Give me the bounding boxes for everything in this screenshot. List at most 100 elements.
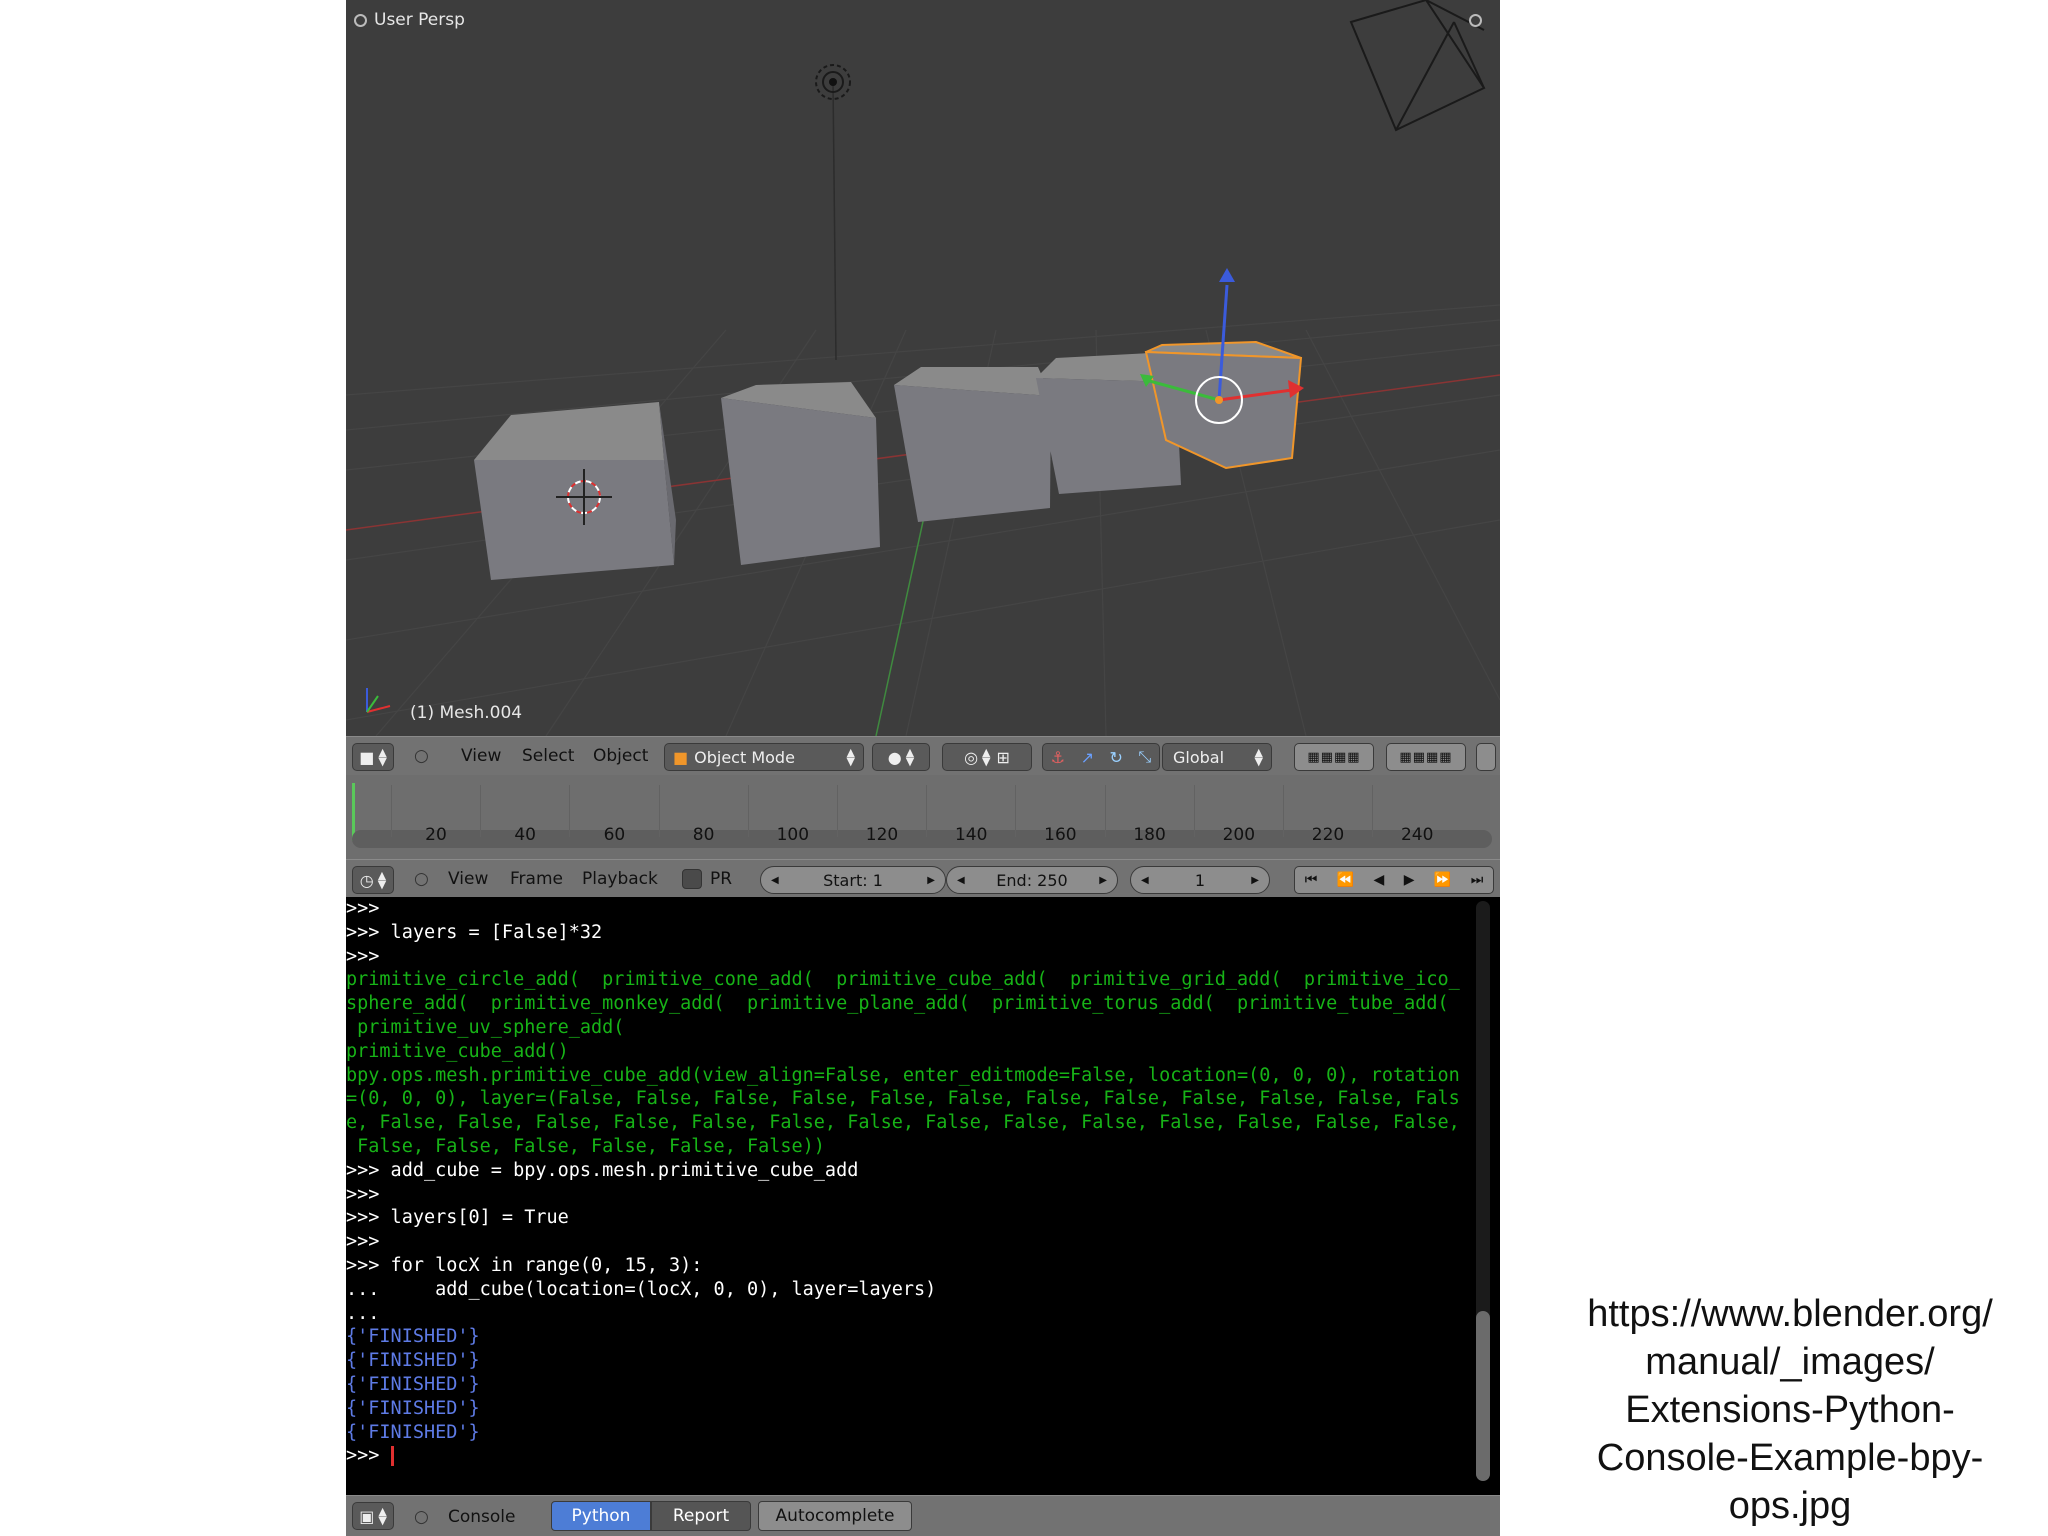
- preview-range-toggle[interactable]: PR: [682, 860, 732, 898]
- console-line: sphere_add( primitive_monkey_add( primit…: [346, 993, 1449, 1015]
- current-frame-value: 1: [1194, 870, 1206, 890]
- console-line: >>>: [346, 1444, 1500, 1468]
- sphere-icon: ●: [887, 747, 902, 767]
- checkbox[interactable]: [682, 869, 702, 889]
- editor-type-button[interactable]: ▣ ▲ ▼: [352, 1502, 394, 1530]
- console-line: ... add_cube(location=(locX, 0, 0), laye…: [346, 1278, 937, 1300]
- clock-icon: ◷: [359, 870, 374, 890]
- timeline-tick-label: 160: [1044, 825, 1077, 845]
- caption-line: Console-Example-bpy-: [1596, 1437, 1984, 1479]
- console-line: >>> layers = [False]*32: [346, 921, 603, 943]
- manipulator-toggles[interactable]: ⚓ ↗ ↻ ⤡: [1042, 743, 1160, 771]
- orientation-select[interactable]: Global ▲ ▼: [1162, 743, 1272, 771]
- right-arrow-icon: ▶: [1099, 874, 1107, 886]
- console-output: >>> >>> layers = [False]*32 >>> primitive_c…: [346, 897, 1500, 1468]
- layers-grid-2[interactable]: ▦▦▦▦: [1386, 743, 1466, 771]
- viewport-corner-icon[interactable]: [1469, 14, 1482, 27]
- console-line: {'FINISHED'}: [346, 1326, 480, 1348]
- lock-layers-button[interactable]: [1476, 743, 1496, 771]
- jump-end-icon[interactable]: ⏭: [1471, 872, 1484, 888]
- right-arrow-icon: ▶: [1251, 874, 1259, 886]
- tab-report[interactable]: Report: [651, 1501, 751, 1531]
- timeline-gridline: [1283, 785, 1284, 837]
- timeline-gridline: [391, 785, 392, 837]
- console-line: primitive_cube_add(): [346, 1040, 569, 1062]
- next-keyframe-icon[interactable]: ⏩: [1434, 872, 1451, 888]
- scrollbar-thumb[interactable]: [1476, 1311, 1490, 1481]
- timeline-header: ◷ ▲ ▼ ○ View Frame Playback PR ◀ Start: 1 …: [346, 859, 1500, 899]
- console-line: >>>: [346, 898, 380, 919]
- play-icon[interactable]: ▶: [1404, 872, 1415, 888]
- snap-icon: ⊞: [996, 747, 1010, 767]
- timeline-gridline: [837, 785, 838, 837]
- menu-select[interactable]: Select: [522, 737, 574, 775]
- mode-label: Object Mode: [694, 747, 795, 767]
- rotate-icon: ↻: [1109, 747, 1123, 767]
- console-line: primitive_circle_add( primitive_cone_add…: [346, 969, 1460, 991]
- editor-type-button[interactable]: ◷ ▲ ▼: [352, 866, 394, 894]
- timeline-tick-label: 40: [514, 825, 537, 845]
- editor-type-button[interactable]: ■ ▲ ▼: [352, 743, 394, 771]
- timeline-tick-label: 100: [776, 825, 810, 845]
- view3d-header: ■ ▲ ▼ ○ View Select Object ■ Object Mode ▲…: [346, 736, 1500, 776]
- caption-line: ops.jpg: [1728, 1485, 1852, 1527]
- updown-icon: ▲ ▼: [982, 746, 991, 768]
- console-line: >>> for locX in range(0, 15, 3):: [346, 1254, 703, 1276]
- updown-icon: ▲ ▼: [378, 1505, 387, 1527]
- timeline-tick-label: 140: [954, 825, 988, 845]
- end-frame-value: End: 250: [996, 870, 1068, 890]
- menu-view[interactable]: View: [448, 860, 488, 898]
- timeline-tick-label: 80: [692, 825, 715, 845]
- circle-icon[interactable]: ○: [414, 860, 429, 898]
- blender-window: User Persp (1) Mesh.004 ■ ▲ ▼ ○ View Selec…: [346, 0, 1500, 1536]
- source-caption: https://www.blender.org/manual/_images/E…: [1560, 1290, 2020, 1530]
- left-arrow-icon: ◀: [771, 874, 779, 886]
- console-scrollbar[interactable]: [1476, 901, 1490, 1481]
- timeline[interactable]: 20 40 60 80 100 120 140 160 180 200 220 240: [346, 775, 1500, 859]
- circle-icon[interactable]: ○: [414, 1496, 429, 1536]
- timeline-gridline: [926, 785, 928, 837]
- prev-keyframe-icon[interactable]: ⏪: [1337, 872, 1354, 888]
- console-line: >>> layers[0] = True: [346, 1207, 569, 1229]
- updown-icon: ▲ ▼: [378, 746, 387, 768]
- timeline-tick-label: 220: [1311, 825, 1345, 845]
- circle-icon[interactable]: ○: [414, 737, 429, 775]
- menu-frame[interactable]: Frame: [510, 860, 563, 898]
- text-cursor: [390, 1446, 394, 1467]
- pr-label: PR: [710, 869, 733, 889]
- shading-select[interactable]: ● ▲ ▼: [872, 743, 930, 771]
- autocomplete-button[interactable]: Autocomplete: [758, 1501, 912, 1531]
- menu-console[interactable]: Console: [448, 1496, 516, 1536]
- python-console[interactable]: >>> >>> layers = [False]*32 >>> primitive_c…: [346, 897, 1500, 1495]
- console-line: >>>: [346, 1183, 380, 1205]
- pivot-select[interactable]: ◎ ▲ ▼ ⊞: [942, 743, 1032, 771]
- end-frame-field[interactable]: ◀ End: 250 ▶: [946, 866, 1118, 894]
- view-name: User Persp: [374, 10, 465, 30]
- current-frame-field[interactable]: ◀ 1 ▶: [1130, 866, 1270, 894]
- start-frame-field[interactable]: ◀ Start: 1 ▶: [760, 866, 946, 894]
- viewport-dot-icon[interactable]: [354, 14, 367, 27]
- timeline-gridline: [1193, 785, 1195, 837]
- playback-controls[interactable]: ⏮ ⏪ ◀ ▶ ⏩ ⏭: [1294, 866, 1494, 894]
- menu-object[interactable]: Object: [593, 737, 648, 775]
- caption-line: https://www.blender.org/: [1587, 1293, 1993, 1335]
- right-arrow-icon: ▶: [927, 874, 935, 886]
- layers-grid-1[interactable]: ▦▦▦▦: [1294, 743, 1374, 771]
- console-line: False, False, False, False, False, False…: [346, 1135, 825, 1157]
- orientation-label: Global: [1173, 747, 1225, 767]
- scene-render: [346, 0, 1500, 736]
- console-line: bpy.ops.mesh.primitive_cube_add(view_ali…: [346, 1064, 1460, 1086]
- console-line: {'FINISHED'}: [346, 1350, 480, 1372]
- menu-playback[interactable]: Playback: [582, 860, 658, 898]
- updown-icon: ▲ ▼: [377, 869, 387, 891]
- menu-view[interactable]: View: [461, 737, 501, 775]
- play-reverse-icon[interactable]: ◀: [1374, 872, 1385, 888]
- mode-select[interactable]: ■ Object Mode ▲ ▼: [664, 743, 864, 771]
- timeline-gridline: [1015, 785, 1017, 837]
- jump-start-icon[interactable]: ⏮: [1305, 872, 1318, 888]
- tab-python[interactable]: Python: [551, 1501, 651, 1531]
- translate-icon: ↗: [1080, 747, 1094, 767]
- 3d-viewport[interactable]: User Persp (1) Mesh.004: [346, 0, 1500, 736]
- timeline-tick-label: 20: [425, 825, 447, 845]
- updown-icon: ▲ ▼: [846, 746, 855, 768]
